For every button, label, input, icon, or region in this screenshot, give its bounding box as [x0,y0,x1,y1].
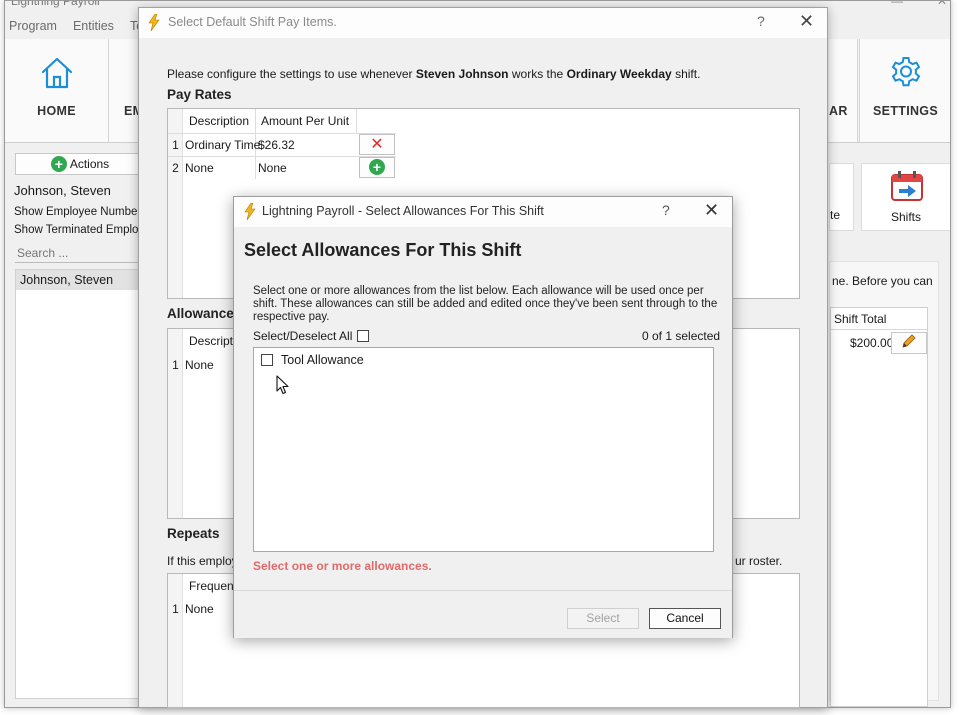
column-header-shift-total: Shift Total [831,308,927,330]
list-item[interactable]: Tool Allowance [261,353,364,367]
allowances-heading: Allowance [167,306,234,321]
row-number-column [168,574,183,707]
dialog-title: Lightning Payroll - Select Allowances Fo… [262,204,544,218]
show-terminated-employees[interactable]: Show Terminated Employe [14,224,151,236]
repeat-frequency[interactable]: None [185,602,214,616]
shifts-tile[interactable]: Shifts [861,163,950,231]
allowance-description[interactable]: None [185,358,214,372]
calendar-label: AR [829,104,848,118]
repeats-desc-end: ur roster. [735,554,783,568]
help-icon[interactable]: ? [757,13,765,29]
shift-summary-panel: ne. Before you can Shift Total $200.00 [829,261,939,707]
dialog-title: Select Default Shift Pay Items. [168,15,337,29]
add-icon: + [369,159,385,175]
pay-rate-amount[interactable]: None [258,161,287,175]
home-button[interactable]: HOME [5,39,109,142]
dialog-description: Select one or more allowances from the l… [253,285,718,323]
tile-partial-label: te [830,208,841,222]
intro-suffix: shift. [675,67,701,81]
intro-prefix: Please configure the settings to use whe… [167,67,413,81]
actions-button[interactable]: + Actions [15,153,145,175]
actions-label: Actions [69,157,110,171]
edit-button[interactable] [891,332,927,354]
settings-button[interactable]: SETTINGS [859,39,950,142]
select-all-row: Select/Deselect All [253,329,370,343]
select-button[interactable]: Select [567,608,639,629]
intro-text: Please configure the settings to use whe… [167,67,700,81]
list-item[interactable]: Johnson, Steven [16,270,146,290]
select-all-checkbox[interactable] [357,330,370,342]
pay-rates-heading: Pay Rates [167,87,232,102]
delete-row-button[interactable]: ✕ [359,134,395,155]
dialog-footer: Select Cancel [234,590,732,638]
close-icon[interactable]: ✕ [937,1,947,8]
select-all-label: Select/Deselect All [253,329,353,343]
allowance-label[interactable]: Tool Allowance [281,353,364,367]
employee-search-input[interactable] [15,243,147,263]
pencil-icon [902,334,916,348]
pay-rate-amount[interactable]: $26.32 [258,138,295,152]
shift-total-value: $200.00 [850,336,894,350]
calendar-button[interactable]: AR [829,39,858,142]
row-number: 1 [172,602,179,616]
home-icon [41,57,72,89]
close-icon[interactable]: ✕ [799,11,814,32]
home-label: HOME [37,104,76,118]
row-number: 2 [172,161,179,175]
notice-text: ne. Before you can [832,274,933,288]
allowances-list: Tool Allowance [253,347,714,552]
row-number: 1 [172,138,179,152]
column-divider [356,109,357,133]
minimize-icon[interactable]: — [891,1,903,8]
repeats-heading: Repeats [167,526,220,541]
show-employee-numbers[interactable]: Show Employee Numbers? [14,206,153,218]
help-icon[interactable]: ? [662,202,670,218]
column-header-description: Description [189,114,250,128]
right-area: te Shifts ne. Before you can Shift Total… [829,161,950,707]
column-header-amount: Amount Per Unit [261,114,350,128]
pay-rate-description[interactable]: None [185,161,214,175]
dialog-titlebar: Lightning Payroll - Select Allowances Fo… [234,197,732,227]
select-allowances-dialog: Lightning Payroll - Select Allowances Fo… [233,196,733,638]
delete-icon: ✕ [370,136,384,153]
pay-rate-description[interactable]: Ordinary Time [185,138,260,152]
mouse-cursor-icon [276,375,289,395]
close-icon[interactable]: ✕ [704,200,719,221]
menu-program[interactable]: Program [9,19,57,39]
lightning-icon [148,14,160,31]
selection-count: 0 of 1 selected [642,329,721,343]
calendar-arrow-icon [891,171,923,201]
dialog-titlebar: Select Default Shift Pay Items. ? ✕ [139,8,827,38]
row-number: 1 [172,358,179,372]
employee-panel: + Actions Johnson, Steven Show Employee … [9,151,153,701]
settings-label: SETTINGS [873,104,938,118]
shifts-label: Shifts [890,210,921,224]
employee-list: Johnson, Steven [15,269,147,699]
column-header-description: Descript [189,334,234,348]
selected-employee-name: Johnson, Steven [14,183,111,198]
table-row: $200.00 [831,330,927,356]
allowance-checkbox[interactable] [261,354,273,366]
validation-error: Select one or more allowances. [253,559,432,573]
intro-middle: works the [511,67,564,81]
add-icon: + [50,156,67,172]
lightning-icon [244,203,256,220]
shift-table: Shift Total $200.00 [830,307,928,707]
tile-partial[interactable]: te [829,163,854,231]
add-row-button[interactable]: + [359,157,395,178]
intro-employee: Steven Johnson [415,67,509,81]
gear-icon [891,57,920,87]
dialog-heading: Select Allowances For This Shift [244,240,522,260]
intro-shift: Ordinary Weekday [566,67,672,81]
menu-entities[interactable]: Entities [73,19,114,39]
cancel-button[interactable]: Cancel [649,608,721,629]
app-title: Lightning Payroll [11,0,100,8]
